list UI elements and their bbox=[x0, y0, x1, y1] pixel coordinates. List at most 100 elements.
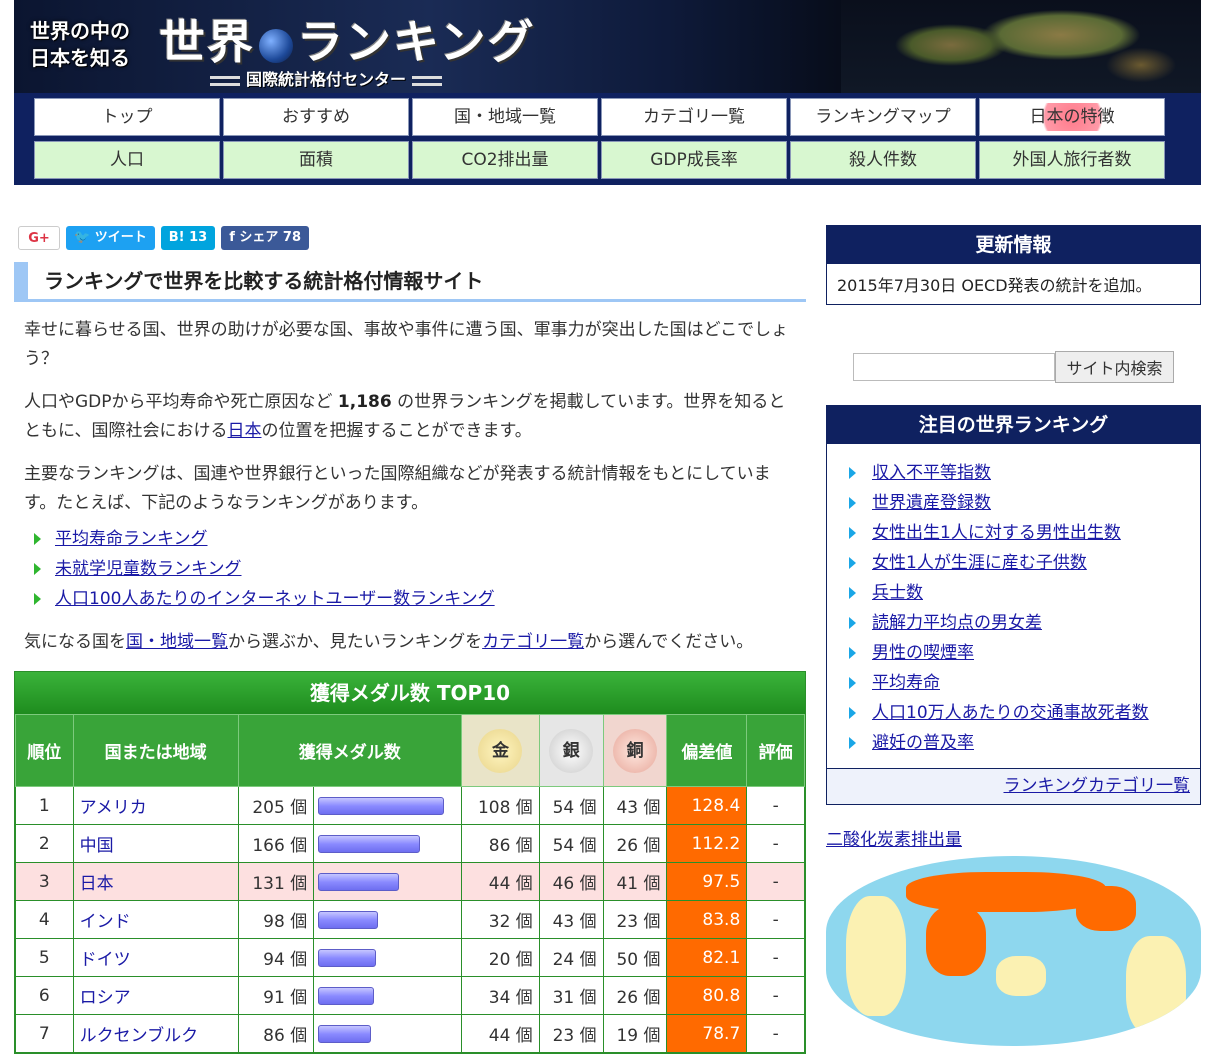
p4-text-c: から選んでください。 bbox=[584, 632, 754, 652]
deviation-cell: 128.4 bbox=[666, 786, 748, 825]
featured-title: 注目の世界ランキング bbox=[827, 406, 1200, 444]
featured-ranking-link[interactable]: 男性の喫煙率 bbox=[872, 643, 974, 663]
ranking-category-link[interactable]: ランキングカテゴリ一覧 bbox=[1004, 776, 1191, 796]
total-bar bbox=[318, 834, 421, 853]
nav-ranking-map[interactable]: ランキングマップ bbox=[790, 98, 976, 136]
link-internet-users[interactable]: 人口100人あたりのインターネットユーザー数ランキング bbox=[55, 589, 495, 609]
co2-map-link[interactable]: 二酸化炭素排出量 bbox=[826, 825, 1201, 850]
medal-table: 順位 国または地域 獲得メダル数 金 銀 銅 偏差値 評価 1 アメリカ 205 個… bbox=[15, 714, 805, 1053]
col-bronze[interactable]: 銅 bbox=[602, 714, 668, 787]
featured-ranking-item: 避妊の普及率 bbox=[849, 728, 1200, 758]
featured-ranking-link[interactable]: 女性出生1人に対する男性出生数 bbox=[872, 523, 1121, 543]
featured-ranking-link[interactable]: 人口10万人あたりの交通事故死者数 bbox=[872, 703, 1149, 723]
unit: 個 bbox=[290, 988, 308, 1008]
unit: 個 bbox=[579, 798, 597, 818]
featured-ranking-item: 読解力平均点の男女差 bbox=[849, 608, 1200, 638]
unit: 個 bbox=[290, 874, 308, 894]
unit: 個 bbox=[290, 798, 308, 818]
google-plus-button[interactable]: G+ bbox=[18, 226, 60, 250]
country-cell: 中国 bbox=[72, 824, 239, 863]
nav-area[interactable]: 面積 bbox=[223, 141, 409, 179]
nav-murders[interactable]: 殺人件数 bbox=[790, 141, 976, 179]
logo-text-left: 世界 bbox=[159, 15, 255, 69]
silver-cell: 31 個 bbox=[538, 976, 604, 1015]
nav-gdp-growth[interactable]: GDP成長率 bbox=[601, 141, 787, 179]
nav-tourists[interactable]: 外国人旅行者数 bbox=[979, 141, 1165, 179]
total-bar-cell bbox=[313, 938, 463, 977]
country-link[interactable]: インド bbox=[80, 912, 131, 932]
country-link[interactable]: アメリカ bbox=[80, 798, 147, 818]
featured-ranking-link[interactable]: 避妊の普及率 bbox=[872, 733, 974, 753]
col-deviation[interactable]: 偏差値 bbox=[666, 714, 748, 787]
facebook-share-button[interactable]: f シェア 78 bbox=[221, 226, 310, 250]
intro-paragraph-3: 主要なランキングは、国連や世界銀行といった国際組織などが発表する統計情報をもとに… bbox=[24, 464, 771, 513]
col-rank[interactable]: 順位 bbox=[15, 714, 74, 787]
total-bar-cell bbox=[313, 862, 463, 901]
featured-header-wrap: 注目の世界ランキング bbox=[827, 406, 1200, 444]
medal-table-title: 獲得メダル数 TOP10 bbox=[15, 672, 805, 714]
p2-text-a: 人口やGDPから平均寿命や死亡原因など bbox=[24, 392, 338, 412]
featured-ranking-link[interactable]: 読解力平均点の男女差 bbox=[872, 613, 1042, 633]
map-region bbox=[1126, 936, 1186, 1036]
category-list-link[interactable]: カテゴリ一覧 bbox=[482, 632, 584, 652]
col-silver[interactable]: 銀 bbox=[538, 714, 604, 787]
col-gold[interactable]: 金 bbox=[461, 714, 540, 787]
nav-category-list[interactable]: カテゴリ一覧 bbox=[601, 98, 787, 136]
nav-co2[interactable]: CO2排出量 bbox=[412, 141, 598, 179]
main-content: G+ 🐦 ツイート B! 13 f シェア 78 ランキングで世界を比較する統計… bbox=[14, 226, 806, 1054]
search-button[interactable]: サイト内検索 bbox=[1055, 351, 1174, 383]
nav-top[interactable]: トップ bbox=[34, 98, 220, 136]
country-link[interactable]: ドイツ bbox=[80, 950, 131, 970]
total-bar bbox=[318, 796, 445, 815]
rank-cell: 7 bbox=[15, 1014, 74, 1053]
bullet-arrow-icon bbox=[849, 737, 856, 749]
site-search: サイト内検索 bbox=[826, 351, 1201, 383]
gold-value: 34 bbox=[488, 988, 511, 1008]
nav-population[interactable]: 人口 bbox=[34, 141, 220, 179]
site-logo[interactable]: 世界 ランキング bbox=[159, 6, 536, 72]
total-value: 98 bbox=[263, 912, 285, 932]
tagline-line-1: 世界の中の bbox=[30, 19, 130, 43]
link-life-expectancy[interactable]: 平均寿命ランキング bbox=[55, 529, 208, 549]
unit: 個 bbox=[515, 1026, 533, 1046]
country-link[interactable]: 日本 bbox=[80, 874, 114, 894]
hatena-bookmark-button[interactable]: B! 13 bbox=[160, 226, 216, 250]
col-country[interactable]: 国または地域 bbox=[72, 714, 239, 787]
gold-cell: 34 個 bbox=[461, 976, 540, 1015]
bronze-value: 41 bbox=[616, 874, 639, 894]
table-row: 3 日本 131 個 44 個 46 個 41 個 97.5- bbox=[15, 862, 805, 901]
country-link[interactable]: ロシア bbox=[80, 988, 131, 1008]
silver-cell: 24 個 bbox=[538, 938, 604, 977]
site-banner[interactable]: 世界の中の 日本を知る 世界 ランキング 国際統計格付センター bbox=[14, 0, 1201, 93]
co2-world-map[interactable] bbox=[826, 856, 1201, 1046]
featured-ranking-link[interactable]: 兵士数 bbox=[872, 583, 923, 603]
nav-recommended[interactable]: おすすめ bbox=[223, 98, 409, 136]
nav-japan-features[interactable]: 日本の特徴 bbox=[979, 98, 1165, 136]
nav-row-rankings: 人口 面積 CO2排出量 GDP成長率 殺人件数 外国人旅行者数 bbox=[34, 141, 1201, 179]
rating-cell: - bbox=[746, 862, 805, 901]
bronze-cell: 23 個 bbox=[602, 900, 668, 939]
nav-country-list[interactable]: 国・地域一覧 bbox=[412, 98, 598, 136]
medal-ranking-table: 獲得メダル数 TOP10 順位 国または地域 獲得メダル数 金 銀 銅 偏差値 … bbox=[14, 671, 806, 1054]
country-list-link[interactable]: 国・地域一覧 bbox=[126, 632, 228, 652]
featured-ranking-item: 平均寿命 bbox=[849, 668, 1200, 698]
japan-link[interactable]: 日本 bbox=[228, 421, 262, 441]
col-total[interactable]: 獲得メダル数 bbox=[237, 714, 463, 787]
silver-value: 24 bbox=[552, 950, 575, 970]
rank-cell: 3 bbox=[15, 862, 74, 901]
updates-box: 更新情報 2015年7月30日 OECD発表の統計を追加。 bbox=[826, 225, 1201, 305]
featured-ranking-link[interactable]: 収入不平等指数 bbox=[872, 463, 991, 483]
banner-world-map-image bbox=[841, 0, 1201, 93]
country-cell: ロシア bbox=[72, 976, 239, 1015]
bronze-cell: 50 個 bbox=[602, 938, 668, 977]
nav-row-primary: トップ おすすめ 国・地域一覧 カテゴリ一覧 ランキングマップ 日本の特徴 bbox=[34, 98, 1201, 136]
search-input[interactable] bbox=[853, 353, 1056, 381]
featured-ranking-link[interactable]: 女性1人が生涯に産む子供数 bbox=[872, 553, 1087, 573]
col-rating[interactable]: 評価 bbox=[746, 714, 805, 787]
featured-ranking-link[interactable]: 平均寿命 bbox=[872, 673, 940, 693]
country-link[interactable]: 中国 bbox=[80, 836, 114, 856]
featured-ranking-link[interactable]: 世界遺産登録数 bbox=[872, 493, 991, 513]
link-unschooled-children[interactable]: 未就学児童数ランキング bbox=[55, 559, 242, 579]
country-link[interactable]: ルクセンブルク bbox=[80, 1026, 199, 1046]
tweet-button[interactable]: 🐦 ツイート bbox=[66, 226, 155, 250]
